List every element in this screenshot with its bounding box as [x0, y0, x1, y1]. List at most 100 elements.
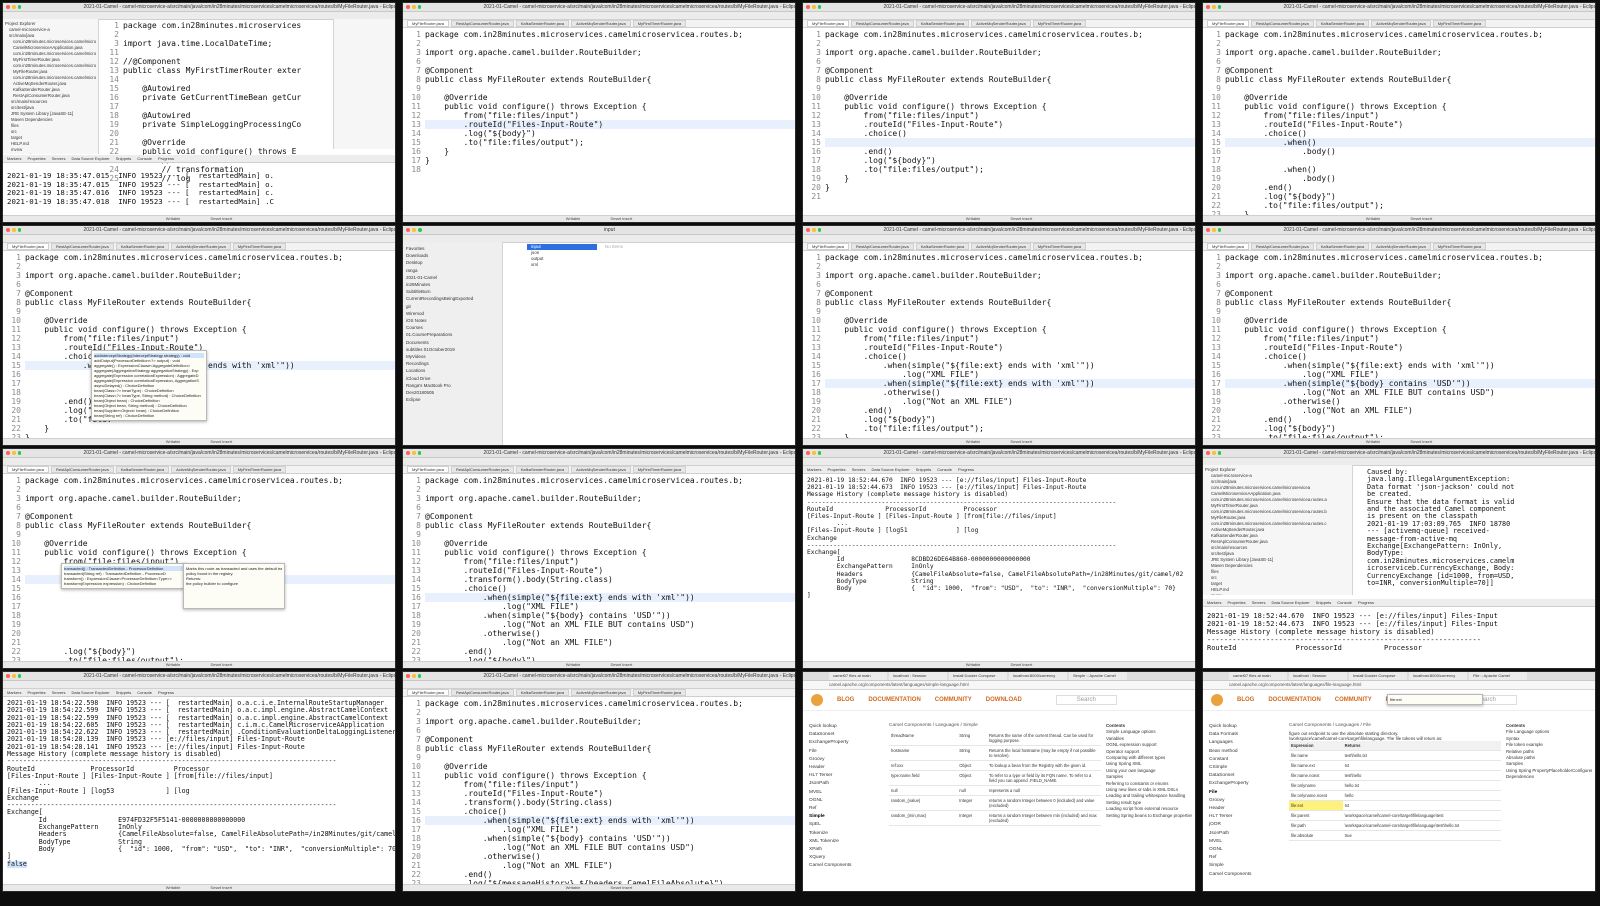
console-tab[interactable]: Properties	[1227, 599, 1245, 606]
zoom-button[interactable]	[418, 228, 422, 232]
editor-tab[interactable]: RestApiConsumerRouter.java	[851, 243, 914, 250]
docs-sidebar-item[interactable]: Ref	[809, 805, 879, 813]
zoom-button[interactable]	[17, 674, 22, 678]
zoom-button[interactable]	[1217, 228, 1222, 232]
docs-sidebar-item[interactable]: CSimple	[1209, 764, 1279, 772]
address-bar[interactable]: camel.apache.org/components/latest/langu…	[803, 681, 1195, 690]
minimize-button[interactable]	[1211, 451, 1216, 455]
minimize-button[interactable]	[411, 5, 416, 9]
code-editor[interactable]: 1 package com.in28minutes.microservices.c…	[1203, 28, 1595, 222]
minimize-button[interactable]	[11, 5, 16, 9]
finder-sidebar-item[interactable]: Courses	[406, 324, 499, 331]
editor-tab[interactable]: ActiveMqSenderRouter.java	[571, 689, 631, 696]
editor-tab[interactable]: MyFirstTimerRouter.java	[1432, 243, 1487, 250]
zoom-button[interactable]	[417, 5, 422, 9]
console-tab[interactable]: Console	[137, 155, 152, 162]
browser-tab[interactable]: camel07 files at main	[829, 672, 887, 680]
console-tab[interactable]: Console	[137, 689, 152, 696]
editor-tab[interactable]: ActiveMqSenderRouter.java	[971, 243, 1031, 250]
console-tab[interactable]: Properties	[827, 466, 845, 473]
docs-sidebar-item[interactable]: DataSonnet	[809, 731, 879, 739]
editor-tab[interactable]: ActiveMqSenderRouter.java	[1371, 243, 1431, 250]
close-button[interactable]	[806, 5, 810, 9]
docs-sidebar-item[interactable]: Quick lookup	[809, 723, 879, 731]
editor-tab[interactable]: MyFileRouter.java	[807, 243, 850, 250]
editor-tab[interactable]: KafkaSenderRouter.java	[915, 243, 970, 250]
docs-sidebar-item[interactable]: Groovy	[809, 756, 879, 764]
editor-tab[interactable]: MyFileRouter.java	[807, 20, 850, 27]
close-button[interactable]	[406, 5, 410, 9]
nav-link[interactable]: BLOG	[1237, 697, 1254, 703]
console-tab[interactable]: Progress	[158, 155, 174, 162]
minimize-button[interactable]	[412, 228, 416, 232]
console-tab[interactable]: Markers	[7, 689, 21, 696]
close-button[interactable]	[6, 674, 10, 678]
docs-sidebar-item[interactable]: XQuery	[809, 854, 879, 862]
explorer-item[interactable]: mvnw	[1205, 593, 1350, 595]
docs-sidebar-item[interactable]: OGNL	[1209, 846, 1279, 854]
editor-tab[interactable]: ActiveMqSenderRouter.java	[571, 20, 631, 27]
finder-sidebar-item[interactable]: in28Minutes	[406, 281, 499, 288]
docs-sidebar-item[interactable]: Languages	[1209, 739, 1279, 747]
code-editor[interactable]: 1 package com.in28minutes.microservices.c…	[403, 474, 795, 668]
console-tab[interactable]: Snippets	[916, 466, 932, 473]
close-button[interactable]	[1206, 5, 1210, 9]
editor-tab[interactable]: RestApiConsumerRouter.java	[51, 243, 114, 250]
finder-sidebar-item[interactable]: SubtitleBurn	[406, 288, 499, 295]
zoom-button[interactable]	[417, 674, 422, 678]
editor-tab[interactable]: MyFirstTimerRouter.java	[632, 466, 687, 473]
console-tab[interactable]: Data Source Explorer	[71, 155, 109, 162]
editor-tab[interactable]: MyFirstTimerRouter.java	[632, 20, 687, 27]
browser-tab[interactable]: Install Docker Compose	[949, 672, 1007, 680]
nav-link[interactable]: COMMUNITY	[1335, 697, 1372, 703]
console-tab[interactable]: Progress	[158, 689, 174, 696]
finder-sidebar-item[interactable]: 2021-01-Camel	[406, 274, 499, 281]
finder-sidebar-item[interactable]: Dev20180505	[406, 389, 499, 396]
finder-sidebar-item[interactable]: Recordings	[406, 360, 499, 367]
docs-sidebar-item[interactable]: HL7 Terser	[809, 772, 879, 780]
docs-sidebar-item[interactable]: ExchangeProperty	[1209, 780, 1279, 788]
docs-sidebar-item[interactable]: Groovy	[1209, 797, 1279, 805]
close-button[interactable]	[806, 228, 810, 232]
finder-sidebar-item[interactable]: 01.CoursePreparations	[406, 331, 499, 338]
docs-sidebar-item[interactable]: Constant	[1209, 756, 1279, 764]
docs-sidebar-item[interactable]: JsonPath	[809, 780, 879, 788]
finder-sidebar-item[interactable]: iOS Notes	[406, 317, 499, 324]
editor-tab[interactable]: MyFirstTimerRouter.java	[1032, 243, 1087, 250]
docs-sidebar-item[interactable]: jOOR	[1209, 821, 1279, 829]
editor-tab[interactable]: ActiveMqSenderRouter.java	[171, 243, 231, 250]
zoom-button[interactable]	[17, 228, 22, 232]
editor-tab[interactable]: ActiveMqSenderRouter.java	[971, 20, 1031, 27]
browser-tab[interactable]: Simple :: Apache Camel	[1069, 672, 1127, 680]
code-editor[interactable]: 1 package com.in28minutes.microservices.c…	[403, 697, 795, 891]
docs-sidebar-item[interactable]: File	[1209, 789, 1279, 797]
contents-item[interactable]: Dependencies	[1506, 774, 1592, 780]
editor-tab[interactable]: KafkaSenderRouter.java	[915, 20, 970, 27]
minimize-button[interactable]	[411, 674, 416, 678]
console-tab[interactable]: Servers	[852, 466, 866, 473]
console-tab[interactable]: Markers	[1207, 599, 1221, 606]
autocomplete-popup[interactable]: transacted() : TransactedDefinition - Pr…	[61, 563, 187, 589]
finder-sidebar-item[interactable]: Desktop	[406, 259, 499, 266]
console-tab[interactable]: Markers	[7, 155, 21, 162]
minimize-button[interactable]	[811, 451, 816, 455]
editor-tab[interactable]: KafkaSenderRouter.java	[115, 243, 170, 250]
console-tab[interactable]: Console	[1337, 599, 1352, 606]
address-bar[interactable]: camel.apache.org/components/latest/langu…	[1203, 681, 1595, 690]
nav-link[interactable]: BLOG	[837, 697, 854, 703]
browser-tab[interactable]: localhost:8000/currency	[1409, 672, 1467, 680]
console-tab[interactable]: Servers	[1252, 599, 1266, 606]
editor-tab[interactable]: MyFirstTimerRouter.java	[232, 243, 287, 250]
finder-sidebar-item[interactable]: Favorites	[406, 245, 499, 252]
editor-tab[interactable]: KafkaSenderRouter.java	[515, 20, 570, 27]
docs-sidebar-item[interactable]: Simple	[1209, 862, 1279, 870]
editor-tab[interactable]: KafkaSenderRouter.java	[1315, 243, 1370, 250]
docs-sidebar-item[interactable]: JsonPath	[1209, 830, 1279, 838]
autocomplete-popup[interactable]: addInterceptStrategy(InterceptStrategy s…	[91, 350, 207, 421]
docs-sidebar-item[interactable]: XPath	[809, 846, 879, 854]
finder-sidebar-item[interactable]: iCloud Drive	[406, 375, 499, 382]
docs-sidebar-item[interactable]: File	[809, 748, 879, 756]
finder-sidebar-item[interactable]: Downloads	[406, 252, 499, 259]
explorer-item[interactable]: mvnw.cmd	[5, 153, 96, 154]
console-tab[interactable]: Data Source Explorer	[871, 466, 909, 473]
